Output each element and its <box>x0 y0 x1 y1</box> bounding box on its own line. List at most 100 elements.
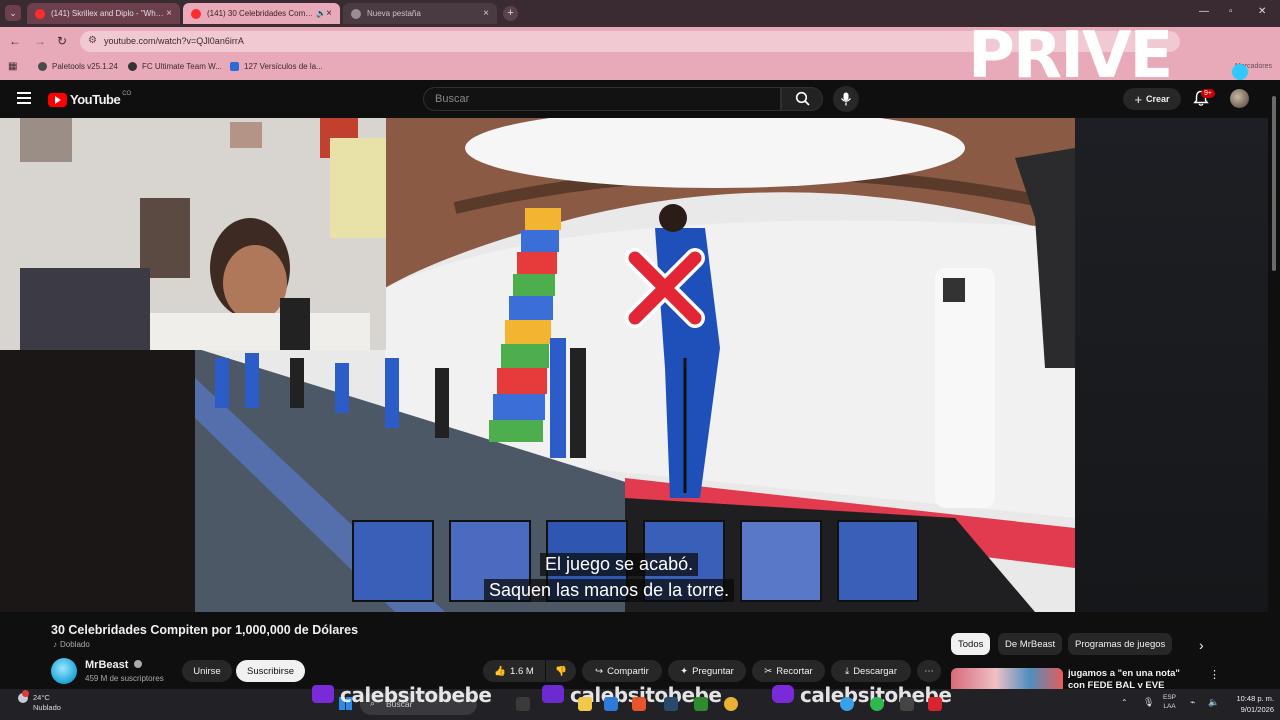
prive-watermark-logo: PRIVE <box>968 19 1173 93</box>
portrait-frame <box>837 520 919 602</box>
clip-button[interactable]: ✂ Recortar <box>752 660 825 682</box>
bookmark-paletools[interactable]: Paletools v25.1.24 <box>38 62 118 71</box>
chip-todos[interactable]: Todos <box>951 633 991 655</box>
social-handle-youtube: calebsitobebe <box>340 683 492 707</box>
network-icon[interactable]: ⌁ <box>1190 697 1195 708</box>
bookmark-label: 127 Versículos de la... <box>244 62 323 71</box>
search-button[interactable] <box>781 87 823 111</box>
chrome-favicon-icon <box>351 8 361 19</box>
bookmark-versiculos[interactable]: 127 Versículos de la... <box>230 62 323 71</box>
recording-app-icon[interactable] <box>928 697 942 711</box>
hamburger-menu-icon[interactable] <box>17 92 31 104</box>
streamer-webcam-scene <box>0 118 386 350</box>
tab-search-button[interactable]: ⌄ <box>5 5 21 21</box>
like-button[interactable]: 👍 1.6 M <box>483 660 545 682</box>
search-icon <box>795 91 810 106</box>
search-box[interactable] <box>423 87 781 111</box>
app-icon[interactable] <box>604 697 618 711</box>
watermark-dot <box>1232 64 1248 80</box>
youtube-logo[interactable]: YouTube CO <box>48 91 131 107</box>
chip-label: De MrBeast <box>1005 638 1056 650</box>
reload-icon[interactable]: ↻ <box>57 34 67 48</box>
create-button[interactable]: + Crear <box>1123 88 1181 110</box>
app-icon[interactable] <box>900 697 914 711</box>
microphone-tray-icon[interactable]: 🎙 <box>1143 697 1154 708</box>
input-language[interactable]: ESP LAA <box>1163 693 1176 711</box>
bookmark-label: Paletools v25.1.24 <box>52 62 118 71</box>
whatsapp-app-icon[interactable] <box>870 697 884 711</box>
youtube-header: YouTube CO + Crear <box>0 80 1280 118</box>
files-app-icon[interactable] <box>578 697 592 711</box>
back-icon[interactable]: ← <box>9 34 21 48</box>
bookmark-favicon-icon <box>230 62 239 71</box>
ask-button[interactable]: ✦ Preguntar <box>668 660 746 682</box>
ask-label: Preguntar <box>692 665 734 677</box>
channel-name[interactable]: MrBeast <box>85 659 143 671</box>
close-window-icon[interactable]: ✕ <box>1258 6 1266 17</box>
restore-icon[interactable]: ▫ <box>1229 6 1233 17</box>
chips-next-icon[interactable]: › <box>1199 637 1204 653</box>
download-label: Descargar <box>853 665 898 677</box>
tab-title: (141) Skrillex and Diplo - "Wh… <box>51 9 164 18</box>
xbox-app-icon[interactable] <box>694 697 708 711</box>
recommended-title[interactable]: jugamos a "en una nota" con FEDE BAL y E… <box>1068 668 1198 688</box>
dislike-button[interactable]: 👎 <box>546 660 576 682</box>
youtube-wordmark: YouTube <box>70 92 121 107</box>
weather-desc: Nublado <box>33 703 61 712</box>
tiktok-social-icon <box>542 685 564 703</box>
forward-icon[interactable]: → <box>34 34 46 48</box>
browser-tab-celebridades[interactable]: (141) 30 Celebridades Com… 🔊 × <box>183 3 340 24</box>
subscribe-button[interactable]: Suscribirse <box>236 660 305 682</box>
clock-time: 10:48 p. m. <box>1236 694 1274 703</box>
browser-tab-skrillex[interactable]: (141) Skrillex and Diplo - "Wh… × <box>27 3 180 24</box>
brave-app-icon[interactable] <box>632 697 646 711</box>
close-tab-icon[interactable]: × <box>326 8 332 19</box>
webcam-overlay <box>0 118 386 350</box>
verified-badge-icon <box>134 660 143 668</box>
site-info-icon[interactable]: ⚙ <box>88 35 97 46</box>
subtitle-line-1: El juego se acabó. <box>540 553 699 576</box>
close-tab-icon[interactable]: × <box>483 8 489 19</box>
share-button[interactable]: ↪ Compartir <box>582 660 662 682</box>
recommended-menu-icon[interactable]: ⋮ <box>1209 668 1220 681</box>
thumbs-down-icon: 👎 <box>555 665 567 677</box>
notification-count-badge: 9+ <box>1201 89 1215 98</box>
recommended-thumbnail[interactable] <box>951 668 1063 690</box>
download-icon: ⤓ <box>844 665 850 677</box>
explorer-app-icon[interactable] <box>516 697 530 711</box>
volume-icon[interactable]: 🔈 <box>1208 697 1219 708</box>
apps-grid-icon[interactable]: ▦ <box>8 61 17 72</box>
search-input[interactable] <box>435 93 755 105</box>
voice-search-button[interactable] <box>833 86 859 112</box>
chrome-app-icon[interactable] <box>724 697 738 711</box>
more-actions-button[interactable]: ⋯ <box>917 660 941 682</box>
url-text[interactable]: youtube.com/watch?v=QJl0an6irrA <box>104 36 244 46</box>
page-scrollbar[interactable] <box>1270 88 1278 718</box>
chrome-app-icon[interactable] <box>840 697 854 711</box>
new-tab-button[interactable]: + <box>503 6 518 21</box>
weather-widget[interactable]: 24°C Nublado <box>33 693 61 713</box>
account-avatar[interactable] <box>1230 89 1249 108</box>
taskbar-clock[interactable]: 10:48 p. m. 9/01/2026 <box>1226 693 1274 715</box>
steam-app-icon[interactable] <box>664 697 678 711</box>
close-tab-icon[interactable]: × <box>166 8 172 19</box>
minimize-icon[interactable]: — <box>1199 6 1209 17</box>
download-button[interactable]: ⤓ Descargar <box>831 660 911 682</box>
chip-label: Todos <box>958 638 984 650</box>
channel-avatar[interactable] <box>51 658 77 684</box>
join-button[interactable]: Unirse <box>182 660 232 682</box>
scrollbar-thumb[interactable] <box>1272 96 1276 271</box>
channel-name-text: MrBeast <box>85 659 129 671</box>
player-right-background <box>1075 118 1268 612</box>
chip-de-mrbeast[interactable]: De MrBeast <box>998 633 1063 655</box>
clip-label: Recortar <box>776 665 813 677</box>
tray-overflow-icon[interactable]: ⌃ <box>1121 698 1128 707</box>
browser-tab-new[interactable]: Nueva pestaña × <box>343 3 497 24</box>
sparkle-icon: ✦ <box>680 665 689 677</box>
speaker-icon[interactable]: 🔊 <box>316 9 326 18</box>
lang-layout: LAA <box>1163 703 1176 710</box>
scissors-icon: ✂ <box>764 665 773 677</box>
chip-programas-de-juegos[interactable]: Programas de juegos <box>1068 633 1173 655</box>
share-label: Compartir <box>607 665 649 677</box>
bookmark-fc-ultimate[interactable]: FC Ultimate Team W... <box>128 62 222 71</box>
